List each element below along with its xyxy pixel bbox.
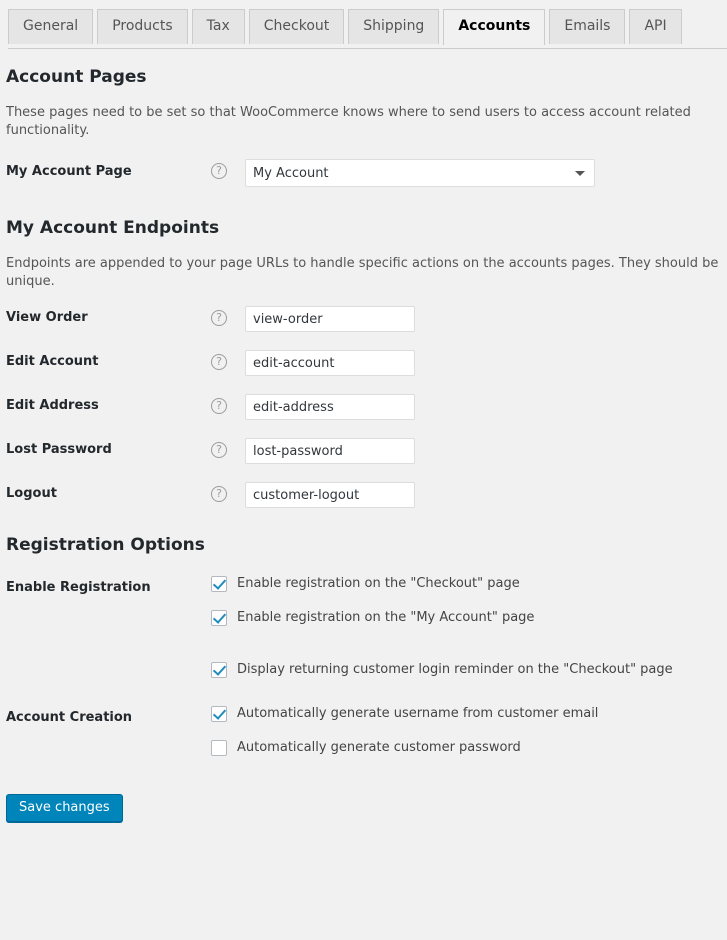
form-row-endpoint: Lost Password? — [6, 429, 721, 473]
endpoint-field: ? — [211, 350, 711, 376]
checkbox-label: Automatically generate username from cus… — [237, 706, 599, 721]
section-description-account-pages: These pages need to be set so that WooCo… — [6, 105, 691, 138]
settings-tab-bar: General Products Tax Checkout Shipping Accoun… — [0, 0, 727, 49]
endpoints-table: View Order?Edit Account?Edit Address?Los… — [6, 297, 721, 517]
endpoint-input[interactable] — [245, 394, 415, 420]
my-account-page-select-wrapper: My Account — [245, 159, 595, 187]
help-icon[interactable]: ? — [211, 163, 227, 179]
form-row-endpoint: View Order? — [6, 297, 721, 341]
tab-emails[interactable]: Emails — [549, 9, 626, 44]
checkbox-checked-icon[interactable] — [211, 706, 227, 722]
my-account-page-field: ? My Account — [211, 159, 711, 187]
label-endpoint: Edit Address — [6, 398, 99, 413]
checkbox-checked-icon[interactable] — [211, 576, 227, 592]
tab-tax[interactable]: Tax — [191, 9, 245, 44]
endpoint-input[interactable] — [245, 438, 415, 464]
label-account-creation: Account Creation — [6, 710, 133, 725]
section-title-account-pages: Account Pages — [6, 67, 147, 87]
endpoint-field: ? — [211, 394, 711, 420]
form-row-my-account-page: My Account Page ? My Account — [6, 146, 721, 200]
help-icon[interactable]: ? — [211, 442, 227, 458]
checkbox-row[interactable]: Enable registration on the "My Account" … — [211, 609, 711, 627]
settings-tabs: General Products Tax Checkout Shipping Accoun… — [8, 9, 727, 45]
account-creation-checkbox-group: Automatically generate username from cus… — [211, 705, 711, 757]
my-account-page-select[interactable]: My Account — [245, 159, 595, 187]
help-icon[interactable]: ? — [211, 398, 227, 414]
tab-shipping[interactable]: Shipping — [348, 9, 440, 44]
endpoint-field: ? — [211, 482, 711, 508]
checkbox-checked-icon[interactable] — [211, 662, 227, 678]
form-row-endpoint: Edit Address? — [6, 385, 721, 429]
section-title-registration: Registration Options — [6, 535, 205, 555]
submit-area: Save changes — [0, 770, 727, 822]
checkbox-label: Display returning customer login reminde… — [237, 662, 673, 677]
label-endpoint: Logout — [6, 486, 57, 501]
checkbox-label: Automatically generate customer password — [237, 740, 521, 755]
label-endpoint: View Order — [6, 310, 88, 325]
label-endpoint: Edit Account — [6, 354, 99, 369]
registration-table: Enable Registration Enable registration … — [6, 562, 721, 770]
label-endpoint: Lost Password — [6, 442, 112, 457]
endpoint-input[interactable] — [245, 306, 415, 332]
help-icon[interactable]: ? — [211, 486, 227, 502]
account-pages-table: My Account Page ? My Account — [6, 146, 721, 200]
endpoint-field: ? — [211, 306, 711, 332]
tab-general[interactable]: General — [8, 9, 94, 44]
form-row-enable-registration: Enable Registration Enable registration … — [6, 562, 721, 692]
form-row-account-creation: Account Creation Automatically generate … — [6, 692, 721, 770]
label-enable-registration: Enable Registration — [6, 580, 151, 595]
tab-checkout[interactable]: Checkout — [248, 9, 345, 44]
form-row-endpoint: Logout? — [6, 473, 721, 517]
help-icon[interactable]: ? — [211, 310, 227, 326]
enable-registration-checkbox-group: Enable registration on the "Checkout" pa… — [211, 575, 711, 679]
save-changes-button[interactable]: Save changes — [6, 794, 123, 822]
endpoint-input[interactable] — [245, 350, 415, 376]
tab-api[interactable]: API — [629, 9, 682, 44]
tab-accounts[interactable]: Accounts — [443, 9, 546, 45]
checkbox-label: Enable registration on the "My Account" … — [237, 610, 535, 625]
label-my-account-page: My Account Page — [6, 164, 132, 179]
checkbox-row[interactable]: Automatically generate customer password — [211, 739, 711, 757]
section-title-endpoints: My Account Endpoints — [6, 218, 220, 238]
section-description-endpoints: Endpoints are appended to your page URLs… — [6, 256, 719, 289]
form-row-endpoint: Edit Account? — [6, 341, 721, 385]
tab-products[interactable]: Products — [97, 9, 188, 44]
checkbox-checked-icon[interactable] — [211, 610, 227, 626]
endpoint-input[interactable] — [245, 482, 415, 508]
checkbox-row[interactable]: Enable registration on the "Checkout" pa… — [211, 575, 711, 593]
checkbox-row[interactable]: Automatically generate username from cus… — [211, 705, 711, 723]
help-icon[interactable]: ? — [211, 354, 227, 370]
endpoint-field: ? — [211, 438, 711, 464]
checkbox-row[interactable]: Display returning customer login reminde… — [211, 661, 711, 679]
checkbox-unchecked-icon[interactable] — [211, 740, 227, 756]
settings-content: Account Pages These pages need to be set… — [0, 66, 727, 770]
checkbox-label: Enable registration on the "Checkout" pa… — [237, 576, 520, 591]
